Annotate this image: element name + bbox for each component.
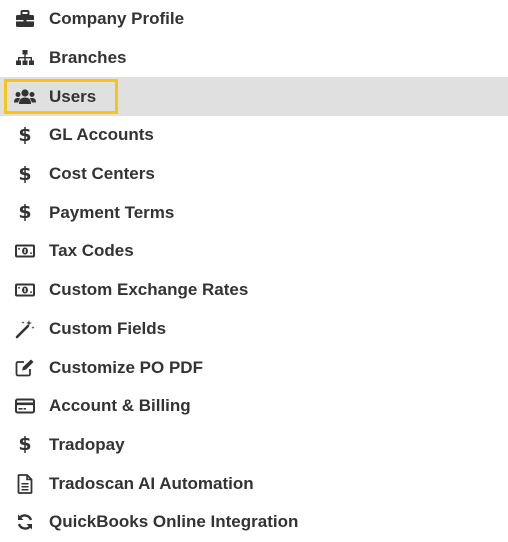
menu-item-custom-exchange-rates[interactable]: Custom Exchange Rates	[0, 271, 508, 310]
dollar-icon: $	[18, 123, 32, 146]
sitemap-icon	[14, 47, 36, 69]
menu-item-label: Tradopay	[49, 434, 125, 454]
dollar-icon: $	[18, 201, 32, 224]
dollar-icon: $	[18, 162, 32, 185]
menu-item-label: Account & Billing	[49, 396, 191, 416]
menu-item-company-profile[interactable]: Company Profile	[0, 0, 508, 39]
sync-icon	[14, 511, 36, 533]
menu-item-custom-fields[interactable]: Custom Fields	[0, 310, 508, 349]
menu-item-label: Branches	[49, 48, 127, 68]
menu-item-label: Payment Terms	[49, 202, 175, 222]
menu-item-tax-codes[interactable]: Tax Codes	[0, 232, 508, 271]
dollar-icon: $	[18, 433, 32, 456]
menu-item-label: Custom Exchange Rates	[49, 280, 249, 300]
menu-item-label: Tradoscan AI Automation	[49, 473, 254, 493]
menu-item-tradopay[interactable]: $ Tradopay	[0, 426, 508, 465]
menu-item-label: Cost Centers	[49, 164, 155, 184]
menu-item-customize-po-pdf[interactable]: Customize PO PDF	[0, 348, 508, 387]
menu-item-users[interactable]: Users	[0, 77, 508, 117]
users-icon	[14, 86, 36, 108]
money-bill-icon	[14, 279, 36, 301]
menu-item-quickbooks-online-integration[interactable]: QuickBooks Online Integration	[0, 503, 508, 542]
menu-item-account-billing[interactable]: Account & Billing	[0, 387, 508, 426]
menu-item-label: QuickBooks Online Integration	[49, 512, 299, 532]
file-text-icon	[14, 473, 36, 495]
menu-item-branches[interactable]: Branches	[0, 39, 508, 78]
magic-wand-icon	[14, 318, 36, 340]
credit-card-icon	[14, 395, 36, 417]
menu-item-label: GL Accounts	[49, 125, 154, 145]
menu-item-label: Users	[49, 86, 97, 106]
menu-item-cost-centers[interactable]: $ Cost Centers	[0, 155, 508, 194]
menu-item-label: Tax Codes	[49, 241, 134, 261]
menu-item-tradoscan-ai-automation[interactable]: Tradoscan AI Automation	[0, 464, 508, 503]
briefcase-icon	[14, 8, 36, 30]
menu-item-payment-terms[interactable]: $ Payment Terms	[0, 193, 508, 232]
menu-item-label: Company Profile	[49, 9, 185, 29]
money-bill-icon	[14, 240, 36, 262]
menu-item-gl-accounts[interactable]: $ GL Accounts	[0, 116, 508, 155]
menu-item-label: Customize PO PDF	[49, 357, 203, 377]
settings-menu: Company Profile Branches Users $ GL Acco…	[0, 0, 508, 537]
menu-item-label: Custom Fields	[49, 318, 167, 338]
edit-icon	[14, 357, 36, 379]
